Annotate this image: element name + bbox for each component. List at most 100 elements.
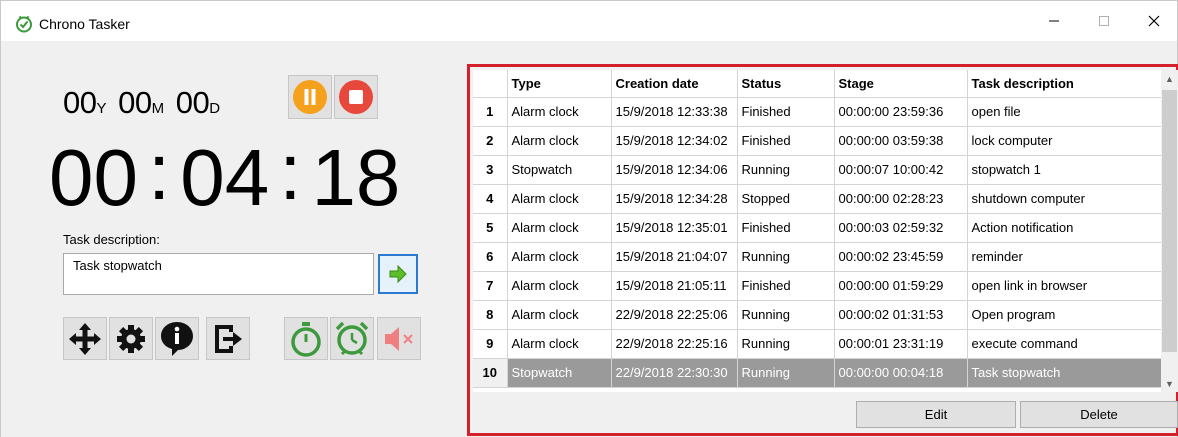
- type-cell[interactable]: Alarm clock: [507, 126, 612, 156]
- creation-date-cell[interactable]: 15/9/2018 12:35:01: [611, 213, 738, 243]
- creation-date-cell[interactable]: 22/9/2018 22:30:30: [611, 358, 738, 388]
- scroll-thumb[interactable]: [1162, 90, 1177, 352]
- task-description-cell[interactable]: lock computer: [967, 126, 1161, 156]
- status-cell[interactable]: Running: [737, 155, 835, 185]
- stage-cell[interactable]: 00:00:07 10:00:42: [834, 155, 968, 185]
- table-row[interactable]: 7 Alarm clock 15/9/2018 21:05:11 Finished 00…: [473, 271, 1161, 301]
- status-cell[interactable]: Finished: [737, 213, 835, 243]
- status-cell[interactable]: Running: [737, 242, 835, 272]
- status-cell[interactable]: Finished: [737, 126, 835, 156]
- close-button[interactable]: [1131, 1, 1177, 41]
- column-header-status[interactable]: Status: [737, 70, 835, 98]
- task-description-cell[interactable]: Action notification: [967, 213, 1161, 243]
- stage-cell[interactable]: 00:00:00 01:59:29: [834, 271, 968, 301]
- table-row[interactable]: 6 Alarm clock 15/9/2018 21:04:07 Running 00:…: [473, 242, 1161, 272]
- scroll-up-icon[interactable]: ▲: [1161, 70, 1178, 87]
- task-description-cell[interactable]: Open program: [967, 300, 1161, 330]
- table-row[interactable]: 10 Stopwatch 22/9/2018 22:30:30 Running 00:0…: [473, 358, 1161, 388]
- column-header-stage[interactable]: Stage: [834, 70, 968, 98]
- stage-cell[interactable]: 00:00:02 23:45:59: [834, 242, 968, 272]
- status-cell[interactable]: Running: [737, 300, 835, 330]
- stage-cell[interactable]: 00:00:02 01:31:53: [834, 300, 968, 330]
- creation-date-cell[interactable]: 22/9/2018 22:25:16: [611, 329, 738, 359]
- column-header-type[interactable]: Type: [507, 70, 612, 98]
- column-header-creation-date[interactable]: Creation date: [611, 70, 738, 98]
- creation-date-cell[interactable]: 15/9/2018 12:34:06: [611, 155, 738, 185]
- task-grid[interactable]: Type Creation date Status Stage Task des…: [473, 70, 1161, 392]
- task-description-cell[interactable]: stopwatch 1: [967, 155, 1161, 185]
- type-cell[interactable]: Stopwatch: [507, 358, 612, 388]
- scroll-down-icon[interactable]: ▼: [1161, 375, 1178, 392]
- task-description-input[interactable]: Task stopwatch: [63, 253, 374, 295]
- type-cell[interactable]: Stopwatch: [507, 155, 612, 185]
- task-description-cell[interactable]: open file: [967, 97, 1161, 127]
- stopwatch-button[interactable]: [284, 317, 328, 360]
- title-bar[interactable]: Chrono Tasker: [1, 1, 1177, 41]
- table-row[interactable]: 5 Alarm clock 15/9/2018 12:35:01 Finished 00…: [473, 213, 1161, 243]
- creation-date-cell[interactable]: 22/9/2018 22:25:06: [611, 300, 738, 330]
- status-cell[interactable]: Running: [737, 329, 835, 359]
- row-number[interactable]: 4: [473, 184, 508, 214]
- table-row[interactable]: 9 Alarm clock 22/9/2018 22:25:16 Running 00:…: [473, 329, 1161, 359]
- type-cell[interactable]: Alarm clock: [507, 184, 612, 214]
- creation-date-cell[interactable]: 15/9/2018 21:04:07: [611, 242, 738, 272]
- mute-icon: [385, 326, 413, 351]
- edit-button[interactable]: Edit: [856, 401, 1016, 428]
- type-cell[interactable]: Alarm clock: [507, 300, 612, 330]
- delete-button[interactable]: Delete: [1020, 401, 1178, 428]
- move-button[interactable]: [63, 317, 107, 360]
- row-number[interactable]: 9: [473, 329, 508, 359]
- alarm-clock-button[interactable]: [330, 317, 374, 360]
- type-cell[interactable]: Alarm clock: [507, 213, 612, 243]
- mute-button[interactable]: [377, 317, 421, 360]
- column-header-task-description[interactable]: Task description: [967, 70, 1161, 98]
- vertical-scrollbar[interactable]: ▲ ▼: [1161, 70, 1178, 392]
- maximize-button[interactable]: [1081, 1, 1127, 41]
- row-number[interactable]: 8: [473, 300, 508, 330]
- stage-cell[interactable]: 00:00:03 02:59:32: [834, 213, 968, 243]
- stage-cell[interactable]: 00:00:00 00:04:18: [834, 358, 968, 388]
- stage-cell[interactable]: 00:00:00 03:59:38: [834, 126, 968, 156]
- row-number[interactable]: 7: [473, 271, 508, 301]
- status-cell[interactable]: Finished: [737, 97, 835, 127]
- pause-button[interactable]: [288, 75, 332, 119]
- row-number[interactable]: 6: [473, 242, 508, 272]
- table-row[interactable]: 8 Alarm clock 22/9/2018 22:25:06 Running 00:…: [473, 300, 1161, 330]
- type-cell[interactable]: Alarm clock: [507, 97, 612, 127]
- table-row[interactable]: 4 Alarm clock 15/9/2018 12:34:28 Stopped 00:…: [473, 184, 1161, 214]
- task-description-cell[interactable]: Task stopwatch: [967, 358, 1161, 388]
- exit-button[interactable]: [206, 317, 250, 360]
- info-button[interactable]: [155, 317, 199, 360]
- apply-description-button[interactable]: [378, 254, 418, 294]
- row-number[interactable]: 1: [473, 97, 508, 127]
- type-cell[interactable]: Alarm clock: [507, 329, 612, 359]
- months-value: 00: [118, 85, 152, 120]
- minimize-button[interactable]: [1031, 1, 1077, 41]
- row-number[interactable]: 2: [473, 126, 508, 156]
- table-row[interactable]: 3 Stopwatch 15/9/2018 12:34:06 Running 00:00…: [473, 155, 1161, 185]
- creation-date-cell[interactable]: 15/9/2018 12:33:38: [611, 97, 738, 127]
- status-cell[interactable]: Finished: [737, 271, 835, 301]
- status-cell[interactable]: Running: [737, 358, 835, 388]
- stage-cell[interactable]: 00:00:01 23:31:19: [834, 329, 968, 359]
- settings-button[interactable]: [109, 317, 153, 360]
- type-cell[interactable]: Alarm clock: [507, 271, 612, 301]
- row-number[interactable]: 10: [473, 358, 508, 388]
- creation-date-cell[interactable]: 15/9/2018 12:34:02: [611, 126, 738, 156]
- task-description-cell[interactable]: open link in browser: [967, 271, 1161, 301]
- stage-cell[interactable]: 00:00:00 02:28:23: [834, 184, 968, 214]
- arrow-right-icon: [389, 265, 407, 283]
- task-description-cell[interactable]: shutdown computer: [967, 184, 1161, 214]
- table-row[interactable]: 2 Alarm clock 15/9/2018 12:34:02 Finished 00…: [473, 126, 1161, 156]
- creation-date-cell[interactable]: 15/9/2018 21:05:11: [611, 271, 738, 301]
- row-number[interactable]: 5: [473, 213, 508, 243]
- type-cell[interactable]: Alarm clock: [507, 242, 612, 272]
- task-description-cell[interactable]: execute command: [967, 329, 1161, 359]
- creation-date-cell[interactable]: 15/9/2018 12:34:28: [611, 184, 738, 214]
- task-description-cell[interactable]: reminder: [967, 242, 1161, 272]
- stage-cell[interactable]: 00:00:00 23:59:36: [834, 97, 968, 127]
- status-cell[interactable]: Stopped: [737, 184, 835, 214]
- row-number[interactable]: 3: [473, 155, 508, 185]
- stop-button[interactable]: [334, 75, 378, 119]
- table-row[interactable]: 1 Alarm clock 15/9/2018 12:33:38 Finished 00…: [473, 97, 1161, 127]
